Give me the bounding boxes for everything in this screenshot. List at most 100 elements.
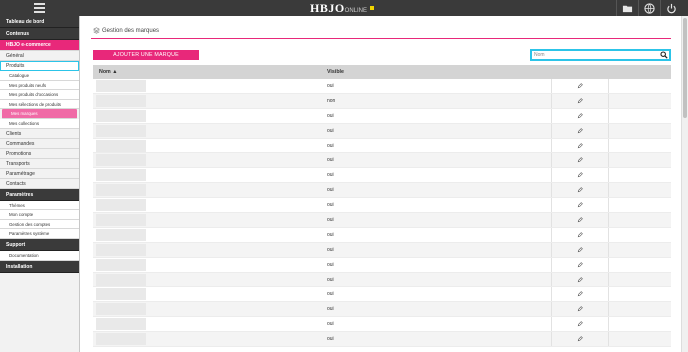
table-row: oui xyxy=(93,213,671,228)
sidebar-item-catalogue[interactable]: Catalogue xyxy=(0,71,79,81)
sidebar-item-themes[interactable]: Thèmes xyxy=(0,200,79,211)
visible-cell: oui xyxy=(327,276,334,283)
column-header-visible[interactable]: Visible xyxy=(323,65,551,79)
table-row: oui xyxy=(93,138,671,154)
edit-button[interactable] xyxy=(551,287,609,302)
redacted-brand-logo xyxy=(96,154,146,167)
edit-button[interactable] xyxy=(551,93,609,108)
sidebar-item-tableau-de-bord[interactable]: Tableau de bord xyxy=(0,16,79,28)
header-divider xyxy=(91,38,671,39)
visible-cell: oui xyxy=(327,127,334,134)
visible-cell: oui xyxy=(327,112,334,119)
sidebar-item-parametrage[interactable]: Paramétrage xyxy=(0,169,79,179)
sidebar-item-gestion-des-comptes[interactable]: Gestion des comptes xyxy=(0,219,79,230)
table-row: oui xyxy=(93,332,671,348)
brand-name-cell xyxy=(93,273,323,287)
edit-button[interactable] xyxy=(551,153,609,168)
sidebar-item-documentation[interactable]: Documentation xyxy=(0,250,79,261)
edit-button[interactable] xyxy=(551,302,609,317)
scrollbar-thumb[interactable] xyxy=(683,18,687,118)
edit-button[interactable] xyxy=(551,183,609,198)
sidebar-item-produits[interactable]: Produits xyxy=(0,61,79,71)
sidebar-item-contenus[interactable]: Contenus xyxy=(0,28,79,40)
sidebar-item-contacts[interactable]: Contacts xyxy=(0,179,79,189)
visible-cell: oui xyxy=(327,321,334,328)
power-button[interactable] xyxy=(660,0,682,16)
edit-button[interactable] xyxy=(551,227,609,242)
redacted-brand-logo xyxy=(96,303,146,316)
brand-name-cell xyxy=(93,302,323,316)
sidebar-item-mes-produits-d-occasions[interactable]: Mes produits d'occasions xyxy=(0,90,79,100)
folder-button[interactable] xyxy=(616,0,638,16)
sidebar-item-commandes[interactable]: Commandes xyxy=(0,139,79,149)
redacted-brand-logo xyxy=(96,243,146,256)
search-input[interactable] xyxy=(534,51,652,59)
sidebar-item-mes-produits-neufs[interactable]: Mes produits neufs xyxy=(0,80,79,91)
sidebar-item-hbjo-e-commerce[interactable]: HBJO e-commerce xyxy=(0,40,79,51)
pencil-icon xyxy=(577,112,583,118)
sidebar-item-transports[interactable]: Transports xyxy=(0,159,79,169)
redacted-brand-logo xyxy=(96,124,146,137)
top-bar: HBJOONLINE xyxy=(0,0,688,16)
pencil-icon xyxy=(577,142,583,148)
pencil-icon xyxy=(577,98,583,104)
logo-accent-dot xyxy=(370,6,374,10)
sidebar-item-support[interactable]: Support xyxy=(0,238,79,251)
visible-cell: oui xyxy=(327,261,334,268)
pencil-icon xyxy=(577,291,583,297)
menu-icon[interactable] xyxy=(34,3,45,13)
spacer-cell xyxy=(609,79,671,93)
redacted-brand-logo xyxy=(96,333,146,346)
sidebar-item-parametres-systeme[interactable]: Paramètres système xyxy=(0,229,79,239)
pencil-icon xyxy=(577,157,583,163)
page-header: Gestion des marques xyxy=(93,27,159,34)
page-scrollbar[interactable] xyxy=(681,16,688,352)
pencil-icon xyxy=(577,127,583,133)
visible-cell: oui xyxy=(327,246,334,253)
visible-cell: non xyxy=(327,97,336,104)
main-content: Gestion des marques AJOUTER UNE MARQUE N… xyxy=(81,16,681,352)
edit-button[interactable] xyxy=(551,317,609,332)
sidebar-item-general[interactable]: Général xyxy=(0,51,79,61)
sidebar-item-mes-selections-de-produits[interactable]: Mes sélections de produits xyxy=(0,99,79,110)
brand-name-cell xyxy=(93,124,323,138)
brand-name-cell xyxy=(93,287,323,301)
add-brand-button[interactable]: AJOUTER UNE MARQUE xyxy=(93,50,199,60)
edit-button[interactable] xyxy=(551,138,609,153)
sidebar-item-installation[interactable]: Installation xyxy=(0,260,79,273)
edit-button[interactable] xyxy=(551,332,609,347)
brand-name-cell xyxy=(93,198,323,212)
search-box[interactable] xyxy=(530,49,671,61)
edit-button[interactable] xyxy=(551,168,609,183)
edit-button[interactable] xyxy=(551,242,609,257)
edit-button[interactable] xyxy=(551,198,609,213)
brand-name-cell xyxy=(93,139,323,153)
sidebar-item-parametres[interactable]: Paramètres xyxy=(0,188,79,201)
table-row: oui xyxy=(93,153,671,169)
edit-button[interactable] xyxy=(551,213,609,227)
edit-button[interactable] xyxy=(551,272,609,287)
table-row: oui xyxy=(93,242,671,258)
redacted-brand-logo xyxy=(96,139,146,152)
table-row: oui xyxy=(93,79,671,94)
edit-button[interactable] xyxy=(551,123,609,138)
spacer-cell xyxy=(609,317,671,331)
globe-button[interactable] xyxy=(638,0,660,16)
brands-table: Nom ▲ Visible oui non oui oui oui oui oui oui ou… xyxy=(93,65,671,348)
sidebar-item-promotions[interactable]: Promotions xyxy=(0,149,79,159)
edit-button[interactable] xyxy=(551,257,609,272)
column-header-name[interactable]: Nom ▲ xyxy=(93,65,323,79)
visible-cell: oui xyxy=(327,187,334,194)
brand-name-cell xyxy=(93,213,323,227)
search-icon[interactable] xyxy=(660,51,668,59)
sidebar-item-mes-collections[interactable]: Mes collections xyxy=(0,118,79,129)
table-row: oui xyxy=(93,227,671,243)
sidebar-item-clients[interactable]: Clients xyxy=(0,129,79,139)
redacted-brand-logo xyxy=(96,273,146,286)
sidebar-item-mon-compte[interactable]: Mon compte xyxy=(0,210,79,220)
sidebar: Tableau de bord Contenus HBJO e-commerce Gé… xyxy=(0,16,80,352)
sidebar-item-mes-marques[interactable]: Mes marques xyxy=(2,109,77,119)
edit-button[interactable] xyxy=(551,79,609,93)
table-row: oui xyxy=(93,302,671,318)
edit-button[interactable] xyxy=(551,108,609,123)
